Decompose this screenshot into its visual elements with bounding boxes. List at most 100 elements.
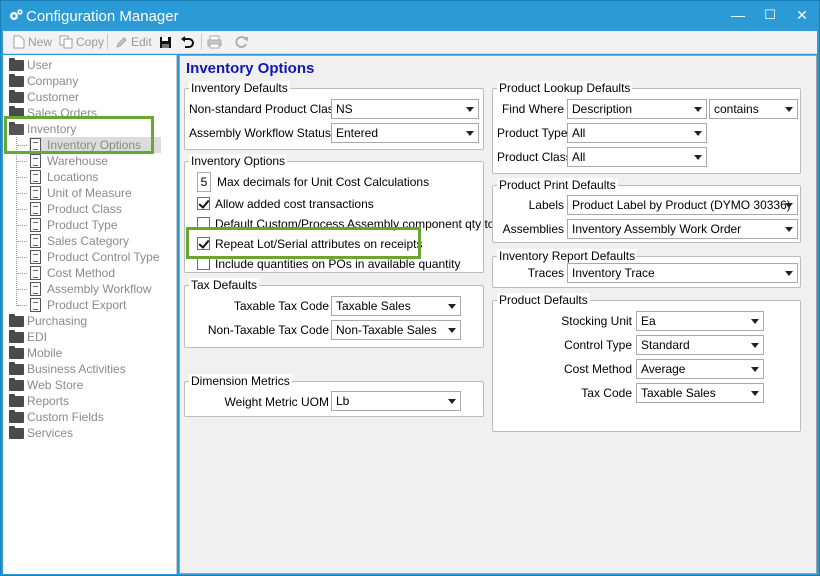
tree-item-label: Mobile (27, 346, 63, 360)
print-assemblies-dropdown[interactable]: Inventory Assembly Work Order (567, 219, 798, 239)
folder-icon (9, 106, 24, 119)
find-where-dropdown[interactable]: Description (567, 99, 707, 119)
maximize-button[interactable]: ☐ (757, 5, 783, 25)
tree-item-label: Sales Category (47, 234, 130, 248)
product-class-dropdown[interactable]: All (567, 147, 707, 167)
assemblies-label: Assemblies (502, 222, 564, 236)
tree-item-label: Custom Fields (27, 410, 104, 424)
dropdown-value: Non-Taxable Sales (336, 323, 437, 337)
document-icon (30, 234, 41, 248)
max-decimals-input[interactable]: 5 (197, 172, 211, 192)
tree-item-label: Reports (27, 394, 70, 408)
chevron-down-icon (751, 391, 759, 396)
tree-item-label: Product Control Type (47, 250, 160, 264)
tree-item-label: Purchasing (27, 314, 88, 328)
nontaxable-tax-code-dropdown[interactable]: Non-Taxable Sales (331, 320, 461, 340)
folder-icon (9, 394, 24, 407)
product-lookup-defaults-group: Product Lookup Defaults Find Where Descr… (492, 81, 801, 174)
group-legend: Tax Defaults (189, 278, 260, 292)
folder-icon (9, 90, 24, 103)
traces-label: Traces (527, 266, 564, 280)
tree-connector (17, 273, 27, 274)
folder-icon (9, 58, 24, 71)
repeat-lot-serial-checkbox[interactable] (197, 237, 210, 250)
chevron-down-icon (466, 131, 474, 136)
include-po-qty-checkbox[interactable] (197, 257, 210, 270)
stocking-unit-label: Stocking Unit (561, 314, 632, 328)
taxable-tax-code-label: Taxable Tax Code (233, 299, 329, 313)
inventory-options-group: Inventory Options 5 Max decimals for Uni… (184, 154, 504, 273)
dropdown-value: Entered (336, 126, 379, 140)
chevron-down-icon (694, 107, 702, 112)
max-decimals-label: Max decimals for Unit Cost Calculations (217, 175, 430, 189)
document-icon (30, 170, 41, 184)
tree-item-label: Product Export (47, 298, 127, 312)
tree-connector (17, 305, 27, 306)
print-button[interactable] (207, 33, 222, 51)
folder-icon (9, 74, 24, 87)
tax-code-dropdown[interactable]: Taxable Sales (636, 383, 764, 403)
dropdown-value: Inventory Assembly Work Order (572, 222, 742, 236)
chevron-down-icon (466, 107, 474, 112)
tree-item-label: Company (27, 74, 79, 88)
group-legend: Inventory Defaults (189, 81, 290, 95)
folder-icon (9, 378, 24, 391)
tree-connector (17, 193, 27, 194)
refresh-button[interactable] (235, 33, 249, 51)
product-type-dropdown[interactable]: All (567, 123, 707, 143)
dropdown-value: Standard (641, 338, 690, 352)
product-type-label: Product Type (497, 126, 568, 140)
find-where-label: Find Where (501, 102, 564, 116)
nonstandard-class-dropdown[interactable]: NS (331, 99, 479, 119)
taxable-tax-code-dropdown[interactable]: Taxable Sales (331, 296, 461, 316)
nontaxable-tax-code-label: Non-Taxable Tax Code (207, 323, 329, 337)
tree-item-label: Business Activities (27, 362, 126, 376)
minimize-button[interactable]: — (725, 5, 751, 25)
close-button[interactable]: ✕ (789, 5, 815, 25)
labels-label: Labels (528, 198, 564, 212)
gears-icon (10, 9, 23, 20)
chevron-down-icon (785, 271, 793, 276)
tree-item-label: Warehouse (47, 154, 108, 168)
new-button[interactable]: New (13, 33, 52, 51)
save-button[interactable] (159, 33, 172, 51)
document-icon (30, 186, 41, 200)
edit-button[interactable]: Edit (115, 33, 152, 51)
tree-item-label: Services (27, 426, 74, 440)
printer-icon (207, 35, 222, 49)
copy-button[interactable]: Copy (59, 33, 104, 51)
weight-metric-uom-dropdown[interactable]: Lb (331, 391, 461, 411)
refresh-icon (235, 36, 248, 48)
chevron-down-icon (785, 203, 793, 208)
undo-button[interactable] (180, 33, 194, 51)
product-class-label: Product Class (497, 150, 572, 164)
dropdown-value: All (572, 150, 586, 164)
allow-added-cost-label: Allow added cost transactions (215, 197, 374, 211)
traces-dropdown[interactable]: Inventory Trace (567, 263, 798, 283)
tree-item-label: Unit of Measure (47, 186, 132, 200)
document-icon (30, 202, 41, 216)
tax-code-label: Tax Code (581, 386, 632, 400)
repeat-lot-serial-label: Repeat Lot/Serial attributes on receipts (215, 237, 423, 251)
stocking-unit-dropdown[interactable]: Ea (636, 311, 764, 331)
find-mode-dropdown[interactable]: contains (709, 99, 798, 119)
tree-connector (17, 177, 27, 178)
document-icon (30, 282, 41, 296)
cost-method-dropdown[interactable]: Average (636, 359, 764, 379)
assembly-workflow-dropdown[interactable]: Entered (331, 123, 479, 143)
control-type-dropdown[interactable]: Standard (636, 335, 764, 355)
control-type-label: Control Type (564, 338, 632, 352)
dropdown-value: Inventory Trace (572, 266, 655, 280)
chevron-down-icon (785, 227, 793, 232)
tree-item-label: Cost Method (47, 266, 116, 280)
allow-added-cost-checkbox[interactable] (197, 197, 210, 210)
default-custom-qty-checkbox[interactable] (197, 217, 210, 230)
title-bar: Configuration Manager — ☐ ✕ (1, 1, 819, 31)
print-labels-dropdown[interactable]: Product Label by Product (DYMO 30336) (567, 195, 798, 215)
tree-connector (17, 225, 27, 226)
copy-label: Copy (76, 35, 105, 49)
window-title: Configuration Manager (26, 8, 179, 25)
default-custom-qty-label: Default Custom/Process Assembly componen… (215, 217, 505, 231)
inventory-report-defaults-group: Inventory Report Defaults Traces Invento… (492, 249, 801, 288)
tree-item-inventory-options[interactable]: Inventory Options (29, 137, 161, 153)
